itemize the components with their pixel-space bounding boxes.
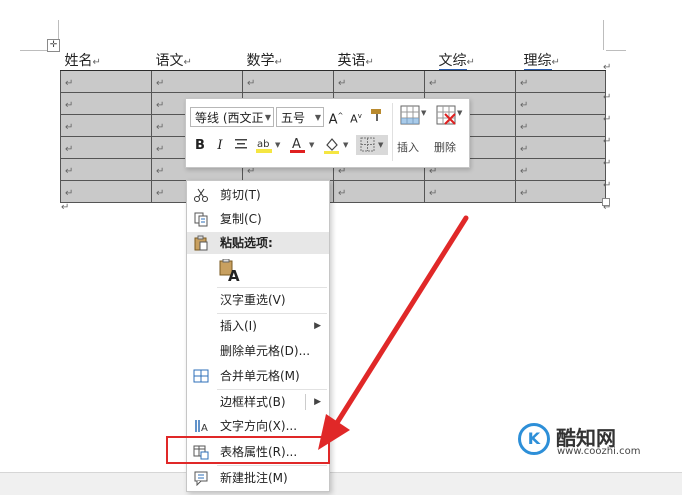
watermark-logo: K — [518, 423, 550, 455]
watermark-url: www.coozhi.com — [557, 446, 641, 457]
red-pointer-arrow-icon — [318, 215, 469, 450]
